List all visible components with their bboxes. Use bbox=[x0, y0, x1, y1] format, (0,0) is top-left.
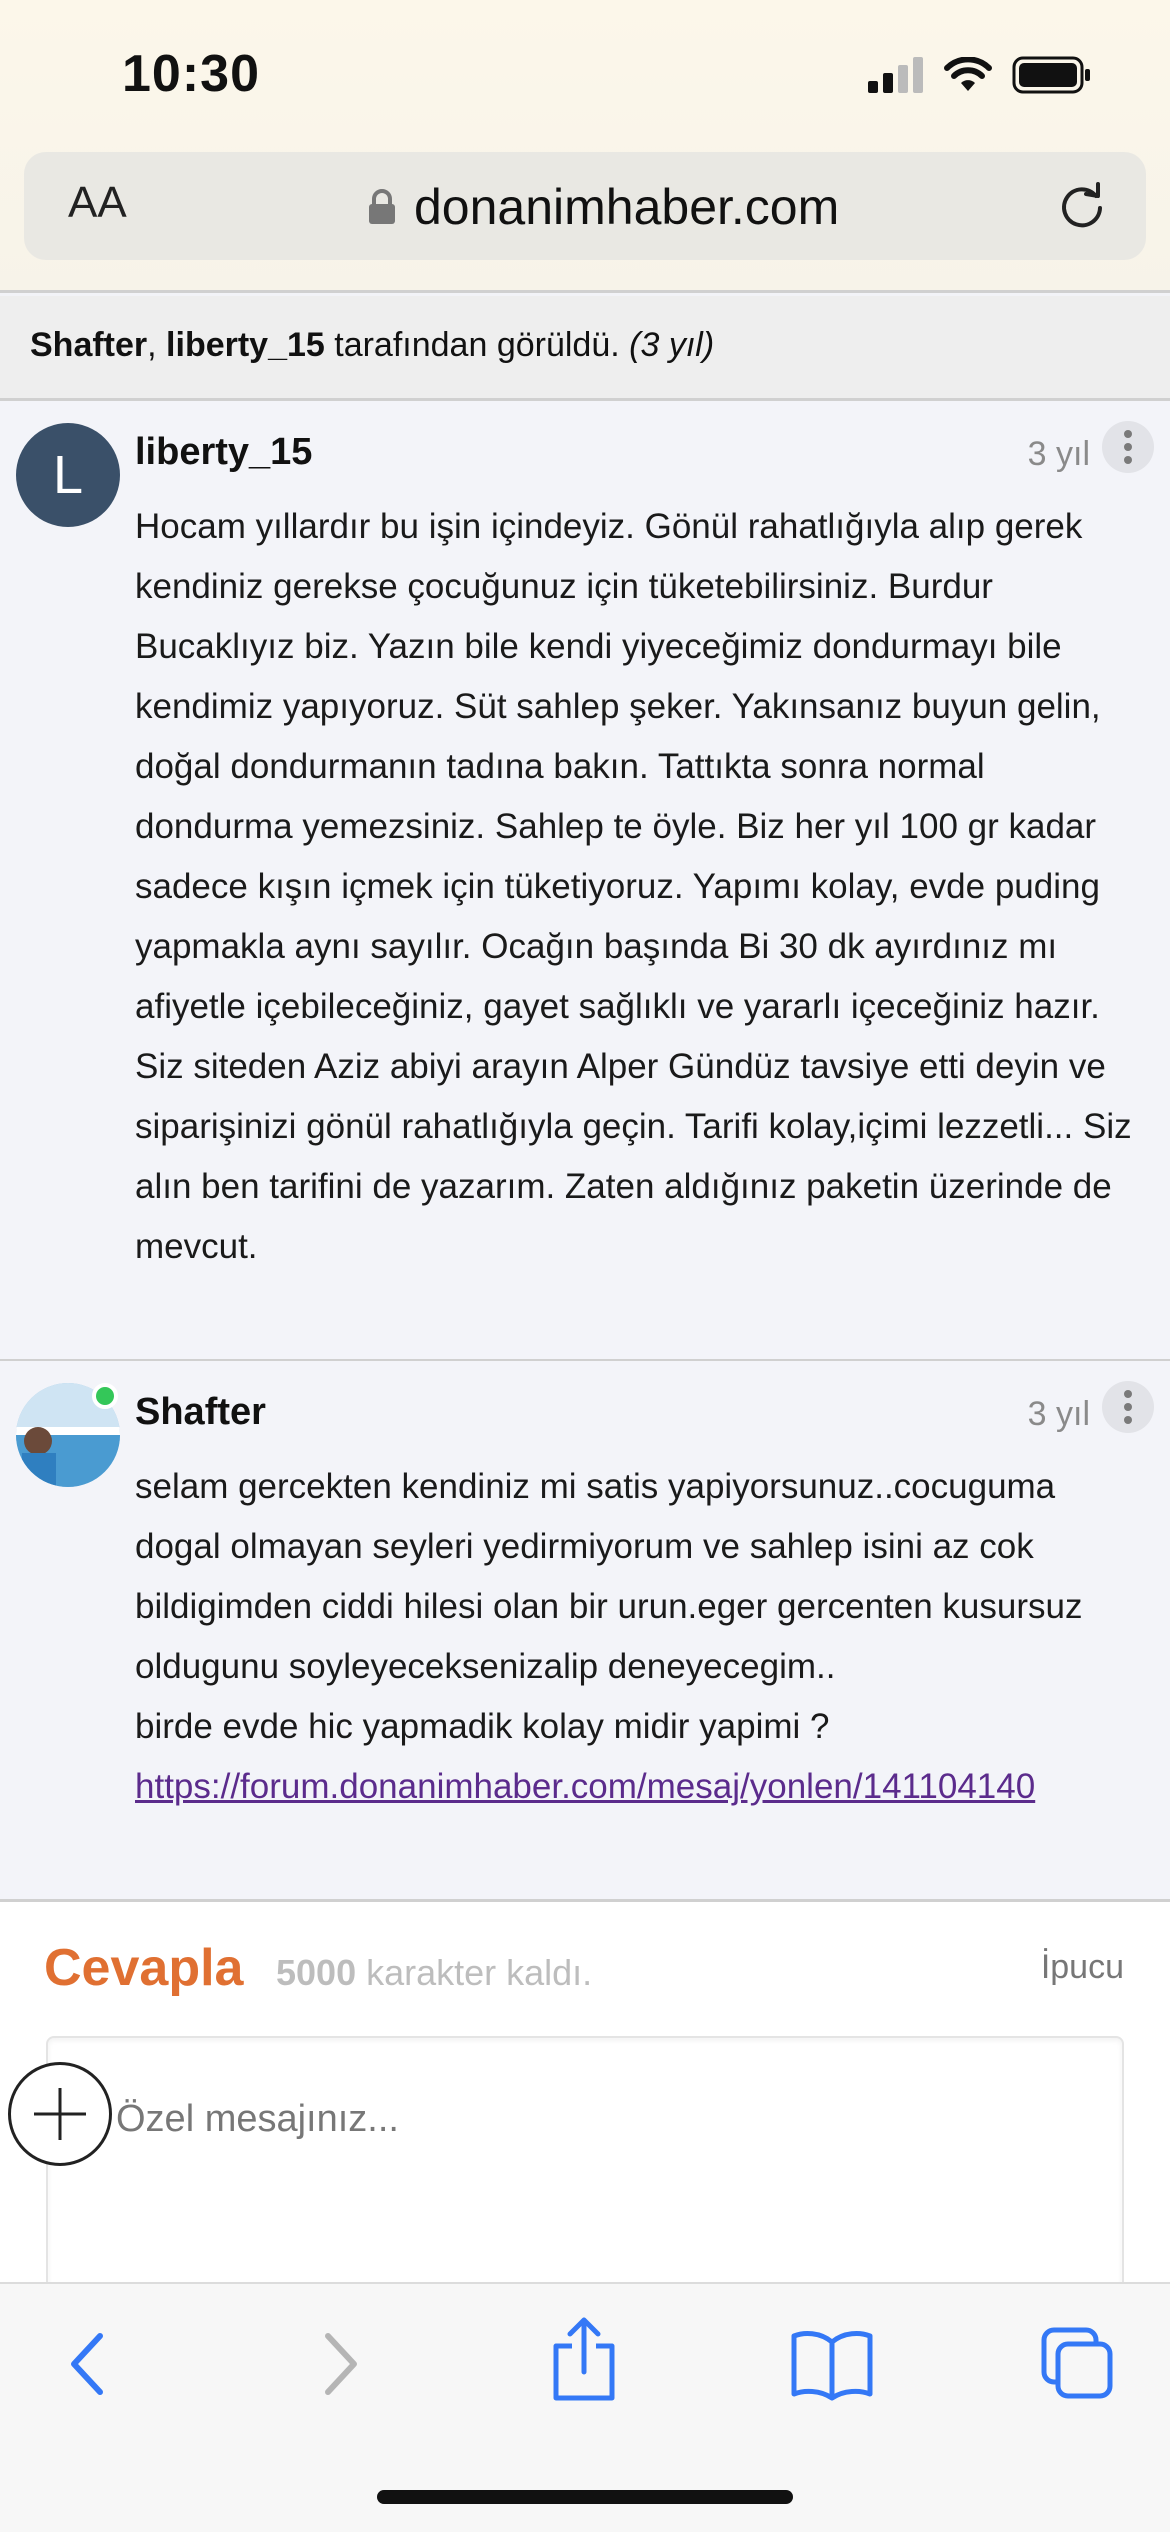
char-suffix: karakter kaldı. bbox=[356, 1952, 593, 1993]
plus-icon bbox=[34, 2088, 86, 2140]
forward-icon[interactable] bbox=[314, 2326, 366, 2402]
message-textarea[interactable] bbox=[46, 2036, 1124, 2296]
lock-icon bbox=[369, 189, 395, 224]
url-text: donanimhaber.com bbox=[414, 179, 840, 235]
tabs-icon[interactable] bbox=[1040, 2326, 1116, 2402]
text-size-label: AA bbox=[68, 178, 127, 227]
browser-header: 10:30 AA donanimhaber.com bbox=[0, 0, 1170, 290]
seen-user-2[interactable]: liberty_15 bbox=[166, 326, 325, 364]
add-button[interactable] bbox=[8, 2062, 112, 2166]
post-username[interactable]: Shafter bbox=[135, 1391, 266, 1434]
more-options-icon[interactable] bbox=[1102, 1381, 1154, 1433]
char-counter: 5000 karakter kaldı. bbox=[276, 1952, 592, 1994]
avatar[interactable]: L bbox=[16, 423, 120, 527]
seen-ago: (3 yıl) bbox=[629, 326, 715, 364]
reply-section: Cevapla 5000 karakter kaldı. İpucu bbox=[0, 1902, 1170, 2296]
post-item: L liberty_15 3 yıl Hocam yıllardır bu iş… bbox=[0, 401, 1170, 1359]
back-icon[interactable] bbox=[62, 2326, 114, 2402]
post-body: selam gercekten kendiniz mi satis yapiyo… bbox=[135, 1457, 1145, 1817]
reply-title: Cevapla bbox=[44, 1939, 244, 1997]
seen-by-bar: Shafter, liberty_15 tarafından görüldü. … bbox=[0, 296, 1170, 398]
cellular-signal-icon bbox=[868, 57, 923, 93]
char-count: 5000 bbox=[276, 1952, 357, 1993]
seen-user-1[interactable]: Shafter bbox=[30, 326, 147, 364]
bookmarks-icon[interactable] bbox=[790, 2326, 874, 2402]
divider bbox=[0, 290, 1170, 293]
post-username[interactable]: liberty_15 bbox=[135, 431, 312, 474]
status-icons bbox=[868, 56, 1092, 94]
status-time: 10:30 bbox=[122, 45, 260, 103]
more-options-icon[interactable] bbox=[1102, 421, 1154, 473]
post-body: Hocam yıllardır bu işin içindeyiz. Gönül… bbox=[135, 507, 1132, 1266]
post-body-line: birde evde hic yapmadik kolay midir yapi… bbox=[135, 1707, 830, 1746]
wifi-icon bbox=[944, 57, 992, 91]
seen-suffix: tarafından görüldü. bbox=[324, 326, 630, 364]
hint-link[interactable]: İpucu bbox=[1041, 1948, 1124, 1987]
address-bar[interactable]: AA donanimhaber.com bbox=[24, 152, 1146, 260]
post-body-line: selam gercekten kendiniz mi satis yapiyo… bbox=[135, 1467, 1083, 1686]
text-size-button[interactable]: AA bbox=[68, 178, 127, 228]
post-item: Shafter 3 yıl selam gercekten kendiniz m… bbox=[0, 1361, 1170, 1899]
url-field[interactable]: donanimhaber.com bbox=[368, 178, 839, 236]
post-link[interactable]: https://forum.donanimhaber.com/mesaj/yon… bbox=[135, 1767, 1035, 1806]
reload-icon[interactable] bbox=[1056, 180, 1108, 232]
message-placeholder: Özel mesajınız... bbox=[116, 2098, 399, 2140]
home-indicator bbox=[377, 2490, 793, 2504]
battery-icon bbox=[1012, 56, 1090, 94]
online-status-indicator bbox=[92, 1383, 118, 1409]
seen-separator: , bbox=[147, 326, 167, 364]
post-time: 3 yıl bbox=[1027, 1395, 1090, 1433]
post-time: 3 yıl bbox=[1027, 435, 1090, 473]
avatar-letter: L bbox=[52, 445, 84, 505]
share-icon[interactable] bbox=[548, 2316, 620, 2402]
